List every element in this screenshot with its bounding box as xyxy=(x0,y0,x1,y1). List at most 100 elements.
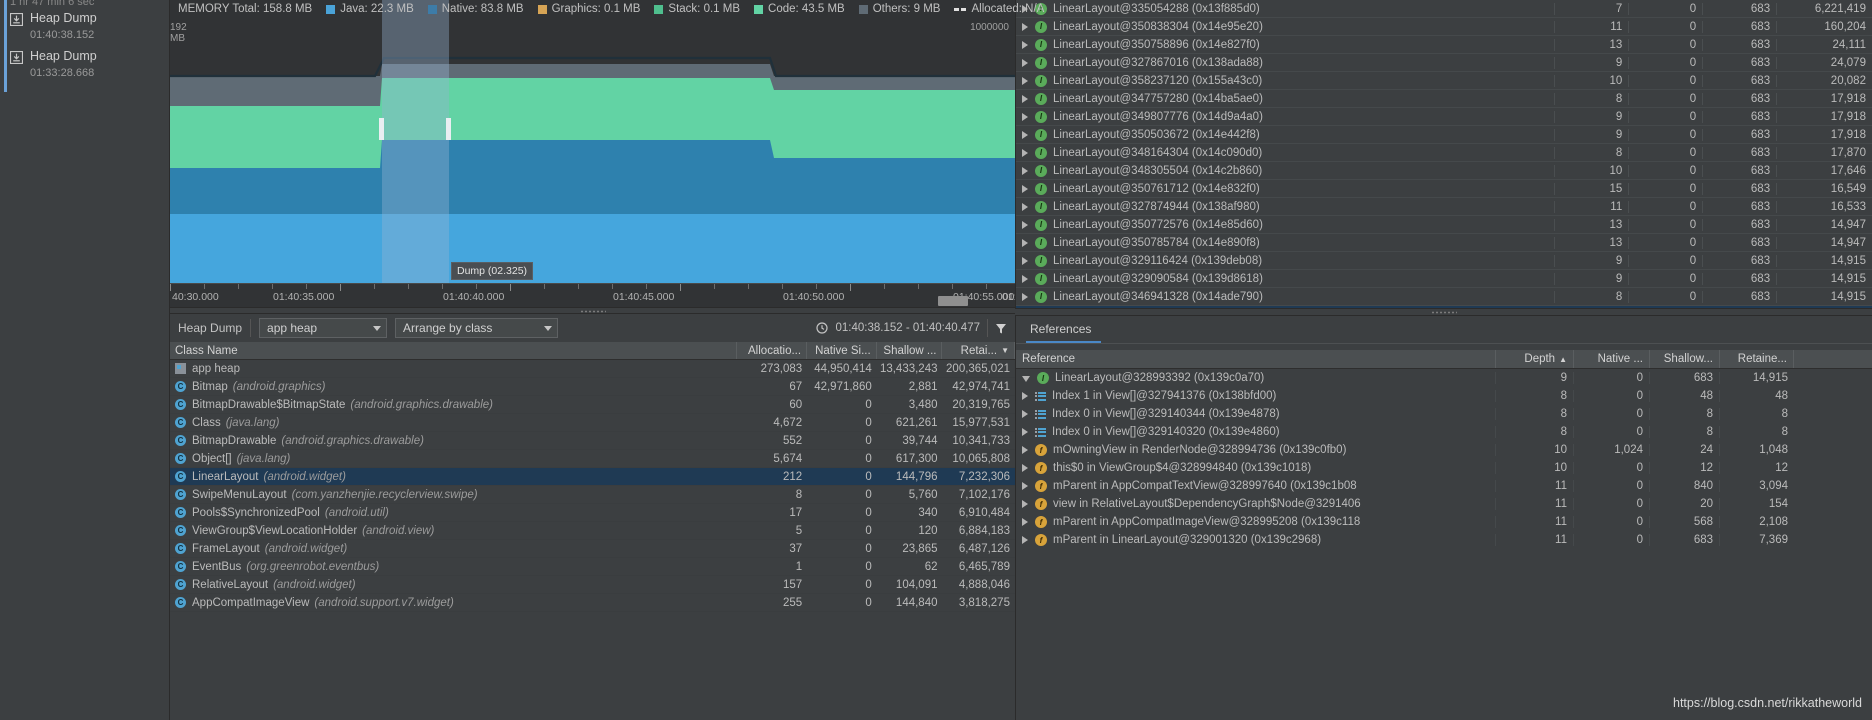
chevron-right-icon[interactable] xyxy=(1022,482,1028,490)
chevron-right-icon[interactable] xyxy=(1022,58,1028,67)
session-item-1[interactable]: Heap Dump 01:33:28.668 xyxy=(10,50,166,86)
table-row[interactable]: I LinearLayout@327867016 (0x138ada88) 9 0 68… xyxy=(1016,54,1872,72)
dump-handle-left[interactable] xyxy=(379,118,384,140)
retained-size-cell: 15,977,531 xyxy=(952,416,1010,429)
chevron-right-icon[interactable] xyxy=(1022,536,1028,544)
table-row[interactable]: f view in RelativeLayout$DependencyGraph$… xyxy=(1016,495,1872,513)
col-native-size[interactable]: Native Si... xyxy=(807,342,877,359)
chevron-right-icon[interactable] xyxy=(1022,22,1028,31)
table-row[interactable]: Index 1 in View[]@327941376 (0x138bfd00)… xyxy=(1016,387,1872,405)
chevron-right-icon[interactable] xyxy=(1022,500,1028,508)
col-reference[interactable]: Reference xyxy=(1016,350,1496,368)
chevron-right-icon[interactable] xyxy=(1022,428,1028,436)
chevron-right-icon[interactable] xyxy=(1022,202,1028,211)
chevron-right-icon[interactable] xyxy=(1022,256,1028,265)
table-row[interactable]: Index 0 in View[]@329140344 (0x139e4878)… xyxy=(1016,405,1872,423)
chevron-right-icon[interactable] xyxy=(1022,446,1028,454)
table-row[interactable]: C Pools$SynchronizedPool (android.util) 17 0… xyxy=(170,504,1015,522)
table-row[interactable]: C AppCompatImageView (android.support.v7.w… xyxy=(170,594,1015,612)
chevron-right-icon[interactable] xyxy=(1022,220,1028,229)
chevron-down-icon[interactable] xyxy=(1022,376,1030,382)
chevron-right-icon[interactable] xyxy=(1022,76,1028,85)
table-row[interactable]: I LinearLayout@349807776 (0x14d9a4a0) 9 0 68… xyxy=(1016,108,1872,126)
table-row[interactable]: Index 0 in View[]@329140320 (0x139e4860)… xyxy=(1016,423,1872,441)
table-row[interactable]: I LinearLayout@358237120 (0x155a43c0) 10 0 6… xyxy=(1016,72,1872,90)
table-row[interactable]: C LinearLayout (android.widget) 212 0 144,796… xyxy=(170,468,1015,486)
col-retained[interactable]: Retaine... xyxy=(1720,350,1794,368)
table-row[interactable]: I LinearLayout@350772576 (0x14e85d60) 13 0 6… xyxy=(1016,216,1872,234)
chevron-right-icon[interactable] xyxy=(1022,392,1028,400)
dump-handle-right[interactable] xyxy=(446,118,451,140)
table-row[interactable]: I LinearLayout@346941328 (0x14ade790) 8 0 68… xyxy=(1016,288,1872,306)
retained-size-cell: 16,549 xyxy=(1830,182,1866,195)
timeline-scroll-thumb[interactable] xyxy=(938,296,968,306)
axis-tick xyxy=(952,284,953,289)
chevron-right-icon[interactable] xyxy=(1022,238,1028,247)
chevron-right-icon[interactable] xyxy=(1022,130,1028,139)
table-row[interactable]: C ViewGroup$ViewLocationHolder (android.vi… xyxy=(170,522,1015,540)
shallow-size-cell: 23,865 xyxy=(902,542,938,555)
depth-cell: 11 xyxy=(1496,480,1574,492)
table-row[interactable]: I LinearLayout@335054288 (0x13f885d0) 7 0 68… xyxy=(1016,0,1872,18)
instance-name-label: LinearLayout@329116424 (0x139deb08) xyxy=(1053,254,1263,267)
memory-graph[interactable] xyxy=(170,18,1015,283)
native-size-cell: 0 xyxy=(1574,498,1650,510)
table-row[interactable]: f this$0 in ViewGroup$4@328994840 (0x139c… xyxy=(1016,459,1872,477)
chevron-right-icon[interactable] xyxy=(1022,274,1028,283)
table-row[interactable]: C Object[] (java.lang) 5,674 0 617,300 10,065,… xyxy=(170,450,1015,468)
table-row[interactable]: C RelativeLayout (android.widget) 157 0 104,0… xyxy=(170,576,1015,594)
table-row[interactable]: C BitmapDrawable$BitmapState (android.grap… xyxy=(170,396,1015,414)
profiler-table-splitter[interactable] xyxy=(170,307,1015,314)
table-row[interactable]: f mParent in LinearLayout@329001320 (0x13… xyxy=(1016,531,1872,549)
table-row[interactable]: I LinearLayout@347757280 (0x14ba5ae0) 8 0 68… xyxy=(1016,90,1872,108)
table-row[interactable]: C Bitmap (android.graphics) 67 42,971,860 2,8… xyxy=(170,378,1015,396)
chevron-right-icon[interactable] xyxy=(1022,464,1028,472)
col-shallow-size[interactable]: Shallow ... xyxy=(877,342,943,359)
table-row[interactable]: I LinearLayout@350503672 (0x14e442f8) 9 0 68… xyxy=(1016,126,1872,144)
table-row[interactable]: f mParent in AppCompatImageView@328995208… xyxy=(1016,513,1872,531)
table-row[interactable]: C EventBus (org.greenrobot.eventbus) 1 0 62 6,… xyxy=(170,558,1015,576)
col-allocations[interactable]: Allocatio... xyxy=(737,342,808,359)
table-row[interactable]: I LinearLayout@350758896 (0x14e827f0) 13 0 6… xyxy=(1016,36,1872,54)
chevron-right-icon[interactable] xyxy=(1022,40,1028,49)
session-item-0[interactable]: Heap Dump 01:40:38.152 xyxy=(10,12,166,48)
table-row[interactable]: I LinearLayout@350838304 (0x14e95e20) 11 0 6… xyxy=(1016,18,1872,36)
arrange-select[interactable]: Arrange by class xyxy=(395,318,559,338)
table-row[interactable]: I LinearLayout@350785784 (0x14e890f8) 13 0 6… xyxy=(1016,234,1872,252)
chevron-right-icon[interactable] xyxy=(1022,184,1028,193)
table-row[interactable]: I LinearLayout@329116424 (0x139deb08) 9 0 68… xyxy=(1016,252,1872,270)
table-row[interactable]: I LinearLayout@327874944 (0x138af980) 11 0 6… xyxy=(1016,198,1872,216)
col-retained-size[interactable]: Retai... ▼ xyxy=(942,342,1015,359)
native-size-cell: 0 xyxy=(1629,92,1704,105)
table-row[interactable]: C SwipeMenuLayout (com.yanzhenjie.recycler… xyxy=(170,486,1015,504)
col-shallow[interactable]: Shallow... xyxy=(1650,350,1720,368)
col-depth[interactable]: Depth ▲ xyxy=(1496,350,1574,368)
chevron-right-icon[interactable] xyxy=(1022,112,1028,121)
tab-references[interactable]: References xyxy=(1026,322,1102,343)
chevron-right-icon[interactable] xyxy=(1022,518,1028,526)
chevron-right-icon[interactable] xyxy=(1022,94,1028,103)
table-row[interactable]: C Class (java.lang) 4,672 0 621,261 15,977,531 xyxy=(170,414,1015,432)
heap-select[interactable]: app heap xyxy=(259,318,388,338)
chevron-right-icon[interactable] xyxy=(1022,148,1028,157)
chevron-right-icon[interactable] xyxy=(1022,410,1028,418)
table-row[interactable]: C FrameLayout (android.widget) 37 0 23,865 6,4… xyxy=(170,540,1015,558)
table-row[interactable]: app heap 273,083 44,950,414 13,433,243 200,3… xyxy=(170,360,1015,378)
table-row[interactable]: I LinearLayout@329090584 (0x139d8618) 9 0 68… xyxy=(1016,270,1872,288)
table-row[interactable]: I LinearLayout@350761712 (0x14e832f0) 15 0 6… xyxy=(1016,180,1872,198)
chevron-right-icon[interactable] xyxy=(1022,292,1028,301)
table-row[interactable]: f mOwningView in RenderNode@328994736 (0x… xyxy=(1016,441,1872,459)
instance-references-splitter[interactable] xyxy=(1015,308,1872,316)
col-native[interactable]: Native ... xyxy=(1574,350,1650,368)
table-row[interactable]: f mParent in AppCompatTextView@328997640 … xyxy=(1016,477,1872,495)
table-row[interactable]: I LinearLayout@328993392 (0x139c0a70) 9068… xyxy=(1016,369,1872,387)
table-row[interactable]: C BitmapDrawable (android.graphics.drawabl… xyxy=(170,432,1015,450)
table-row[interactable]: I LinearLayout@348164304 (0x14c090d0) 8 0 68… xyxy=(1016,144,1872,162)
allocations-cell: 67 xyxy=(789,380,803,393)
depth-cell: 11 xyxy=(1555,20,1630,33)
chevron-right-icon[interactable] xyxy=(1022,166,1028,175)
col-class-name[interactable]: Class Name xyxy=(170,342,738,359)
filter-icon[interactable] xyxy=(995,322,1007,335)
memory-timeline-axis[interactable]: 40:30.000 01:40:35.000 01:40:40.000 01:4… xyxy=(170,283,1017,307)
table-row[interactable]: I LinearLayout@348305504 (0x14c2b860) 10 0 6… xyxy=(1016,162,1872,180)
